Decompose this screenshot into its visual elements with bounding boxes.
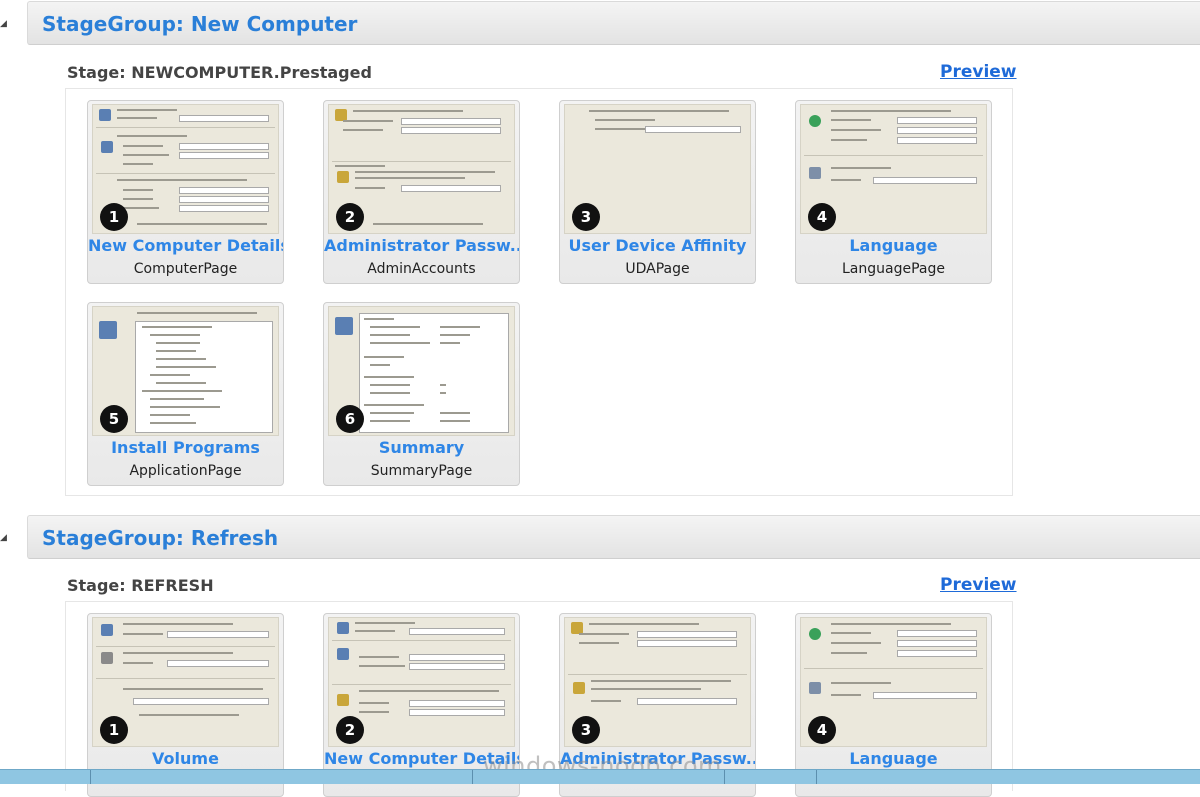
step-number-badge: 1 <box>100 716 128 744</box>
preview-link[interactable]: Preview <box>940 62 1017 82</box>
page-title: Language <box>849 749 938 768</box>
page-class-name: ApplicationPage <box>129 463 242 479</box>
stage-group-header[interactable]: StageGroup: New Computer <box>27 1 1200 45</box>
step-number-badge: 6 <box>336 405 364 433</box>
step-number-badge: 3 <box>572 203 600 231</box>
stage-group-header[interactable]: StageGroup: Refresh <box>27 515 1200 559</box>
page-tile-computer-details[interactable]: 1 New Computer Details ComputerPage <box>87 100 284 284</box>
stage-title: Stage: REFRESH <box>67 576 214 595</box>
page-title: Volume <box>152 749 219 768</box>
step-number-badge: 1 <box>100 203 128 231</box>
page-tile-user-device-affinity[interactable]: 3 User Device Affinity UDAPage <box>559 100 756 284</box>
page-tile-install-programs[interactable]: 5 Install Programs ApplicationPage <box>87 302 284 486</box>
page-title: Administrator Passw... <box>324 236 519 255</box>
page-class-name: AdminAccounts <box>367 261 476 277</box>
preview-link[interactable]: Preview <box>940 575 1017 595</box>
stage-group-title: StageGroup: Refresh <box>42 526 279 550</box>
page-tile-summary[interactable]: 6 Summary SummaryPage <box>323 302 520 486</box>
group-collapse-triangle-icon[interactable]: ◢ <box>0 533 10 543</box>
page-class-name: UDAPage <box>625 261 690 277</box>
page-class-name: ComputerPage <box>133 261 238 277</box>
page-tile-language[interactable]: 4 Language LanguagePage <box>795 100 992 284</box>
step-number-badge: 2 <box>336 716 364 744</box>
page-tile-admin-accounts[interactable]: 2 Administrator Passw... AdminAccounts <box>323 100 520 284</box>
taskbar <box>0 769 1200 784</box>
step-number-badge: 2 <box>336 203 364 231</box>
stage-title: Stage: NEWCOMPUTER.Prestaged <box>67 63 372 82</box>
page-title: User Device Affinity <box>568 236 747 255</box>
page-title: Install Programs <box>111 438 260 457</box>
step-number-badge: 4 <box>808 716 836 744</box>
step-number-badge: 4 <box>808 203 836 231</box>
step-number-badge: 5 <box>100 405 128 433</box>
stage-group-title: StageGroup: New Computer <box>42 12 358 36</box>
page-class-name: SummaryPage <box>370 463 473 479</box>
page-title: New Computer Details <box>88 236 283 255</box>
step-number-badge: 3 <box>572 716 600 744</box>
group-collapse-triangle-icon[interactable]: ◢ <box>0 19 10 29</box>
page-title: Language <box>849 236 938 255</box>
page-class-name: LanguagePage <box>842 261 945 277</box>
page-title: Summary <box>378 438 465 457</box>
